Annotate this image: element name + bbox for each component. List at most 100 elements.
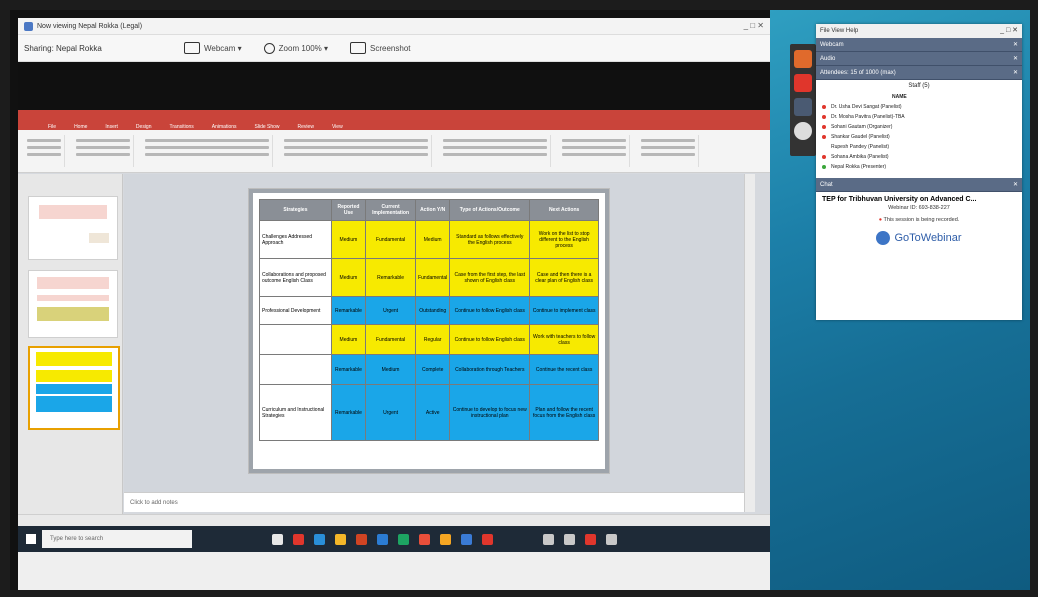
slide-thumbnail-1[interactable] (28, 196, 118, 260)
word-icon[interactable] (377, 533, 388, 545)
table-cell: Case and then there is a clear plan of E… (529, 258, 599, 297)
attendee-name: Nepal Rokka (Presenter) (831, 164, 887, 170)
goto-logo-icon (876, 231, 891, 245)
close-icon[interactable]: ✕ (1013, 69, 1018, 76)
app-icon-3[interactable] (440, 533, 451, 545)
row-label: Professional Development (259, 296, 332, 325)
tab-home[interactable]: Home (74, 124, 87, 130)
table-cell: Fundamental (365, 324, 417, 355)
tray-icons[interactable] (585, 533, 596, 545)
pane-chat[interactable]: Chat ✕ (816, 178, 1022, 192)
pane-label: Chat (820, 181, 833, 188)
ribbon-group-drawing[interactable] (440, 135, 551, 167)
close-icon[interactable]: ✕ (1013, 55, 1018, 62)
slide-thumbnail-2[interactable] (28, 270, 118, 338)
screenshot-button[interactable]: Screenshot (350, 42, 411, 54)
attendee-row[interactable]: Dr. Mosha Pavitra (Panelist)-TBA (816, 112, 1022, 122)
attendee-row[interactable]: Dr. Usha Devi Sangat (Panelist) (816, 102, 1022, 112)
table-cell: Continue to develop to focus new instruc… (449, 384, 531, 441)
attendee-name: Dr. Usha Devi Sangat (Panelist) (831, 104, 902, 110)
webcam-button[interactable]: Webcam ▾ (184, 42, 242, 54)
thumb-subtitle-block (37, 295, 109, 301)
slide[interactable]: Strategies Reported Use Current Implemen… (248, 188, 610, 474)
tab-review[interactable]: Review (298, 124, 314, 130)
attendee-name: Shankar Gaudel (Panelist) (831, 134, 890, 140)
attendee-row[interactable]: Sohana Ambika (Panelist) (816, 152, 1022, 162)
desktop-background: File View Help _ □ ✕ Webcam ✕ Audio ✕ Atte… (770, 10, 1030, 590)
ribbon-group-clipboard[interactable] (24, 135, 65, 167)
table-cell: Collaboration through Teachers (449, 354, 531, 385)
slide-scrollbar[interactable] (744, 174, 755, 512)
attendee-row[interactable]: Rupesh Pandey (Panelist) (816, 142, 1022, 152)
webcam-icon[interactable] (794, 98, 812, 116)
table-cell: Active (415, 384, 451, 441)
tray-icons[interactable] (564, 533, 575, 545)
mic-icon[interactable] (794, 74, 812, 92)
attendee-col-header: NAME (816, 92, 1022, 102)
slide-thumbnails (18, 174, 123, 514)
file-explorer-icon[interactable] (335, 533, 346, 545)
viewer-title: Now viewing Nepal Rokka (Legal) (37, 22, 143, 30)
attendee-row[interactable]: Sohani Gautam (Organizer) (816, 122, 1022, 132)
tab-transitions[interactable]: Transitions (170, 124, 194, 130)
notes-pane[interactable]: Click to add notes (124, 492, 744, 512)
gotowebinar-logo: GoToWebinar (816, 231, 1022, 245)
pane-webcam[interactable]: Webcam ✕ (816, 38, 1022, 52)
taskbar-search[interactable]: Type here to search (42, 530, 192, 548)
row-label (259, 354, 332, 385)
task-view-icon[interactable] (272, 533, 283, 545)
pane-label: Audio (820, 55, 836, 62)
panel-window-controls[interactable]: _ □ ✕ (1000, 26, 1018, 34)
webinar-viewer-window: Now viewing Nepal Rokka (Legal) _ □ ✕ Sh… (18, 18, 770, 590)
table-cell: Continue to implement class (529, 296, 599, 325)
thumb-title-block (39, 205, 107, 219)
attendee-row[interactable]: Shankar Gaudel (Panelist) (816, 132, 1022, 142)
grab-tab-icon[interactable] (794, 50, 812, 68)
viewer-titlebar: Now viewing Nepal Rokka (Legal) _ □ ✕ (18, 18, 770, 35)
table-cell: Remarkable (330, 296, 367, 325)
window-controls[interactable]: _ □ ✕ (744, 21, 764, 30)
table-cell: Medium (330, 220, 367, 259)
tab-insert[interactable]: Insert (105, 124, 118, 130)
table-header: Reported Use (330, 199, 367, 221)
table-cell: Medium (330, 324, 367, 355)
app-icon-4[interactable] (461, 533, 472, 545)
ribbon-group-editing[interactable] (638, 135, 699, 167)
hand-icon[interactable] (794, 122, 812, 140)
table-header: Current Implementation (365, 199, 417, 221)
powerpoint-icon[interactable] (356, 533, 367, 545)
table-cell: Urgent (365, 296, 417, 325)
pane-attendees[interactable]: Attendees: 15 of 1000 (max) ✕ (816, 66, 1022, 80)
edge-icon[interactable] (314, 533, 325, 545)
close-icon[interactable]: ✕ (1013, 41, 1018, 48)
ribbon-group-arrange[interactable] (559, 135, 630, 167)
tab-animations[interactable]: Animations (212, 124, 237, 130)
tab-slideshow[interactable]: Slide Show (255, 124, 280, 130)
ribbon-group-slides[interactable] (73, 135, 134, 167)
pane-audio[interactable]: Audio ✕ (816, 52, 1022, 66)
tab-view[interactable]: View (332, 124, 343, 130)
attendee-name: Sohana Ambika (Panelist) (831, 154, 889, 160)
webcam-icon (184, 42, 200, 54)
app-icon-5[interactable] (482, 533, 493, 545)
slide-canvas[interactable]: Strategies Reported Use Current Implemen… (124, 174, 744, 492)
table-cell: Plan and follow the recent focus from th… (529, 384, 599, 441)
zoom-button[interactable]: Zoom 100% ▾ (263, 42, 328, 54)
windows-start-icon[interactable] (26, 534, 36, 544)
app-icon-1[interactable] (293, 533, 304, 545)
app-icon-2[interactable] (419, 533, 430, 545)
tab-design[interactable]: Design (136, 124, 152, 130)
panel-menu[interactable]: File View Help (820, 28, 858, 34)
tray-icons[interactable] (543, 533, 554, 545)
attendee-row[interactable]: Nepal Rokka (Presenter) (816, 162, 1022, 172)
ribbon-group-paragraph[interactable] (281, 135, 432, 167)
close-icon[interactable]: ✕ (1013, 181, 1018, 188)
ribbon-group-font[interactable] (142, 135, 273, 167)
excel-icon[interactable] (398, 533, 409, 545)
table-row: Remarkable Medium Complete Collaboration… (259, 354, 599, 385)
table-cell: Remarkable (365, 258, 417, 297)
clock[interactable] (606, 533, 617, 545)
slide-thumbnail-3-selected[interactable] (28, 346, 120, 430)
row-label: Curriculum and Instructional Strategies (259, 384, 332, 441)
tab-file[interactable]: File (48, 124, 56, 130)
